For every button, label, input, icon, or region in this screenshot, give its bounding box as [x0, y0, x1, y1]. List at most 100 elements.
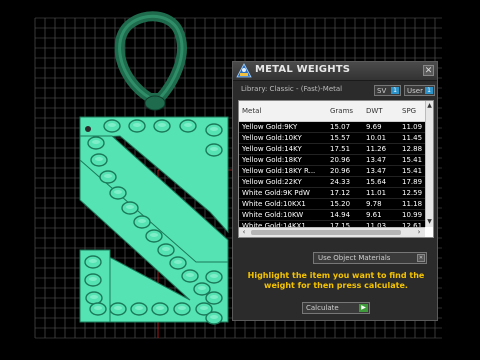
sv-button-label: SV [377, 87, 387, 95]
stone-highlight [158, 123, 166, 127]
stone-highlight [210, 315, 218, 319]
cell-dwt: 11.26 [366, 145, 387, 153]
stone-highlight [210, 147, 218, 151]
cell-grams: 15.20 [330, 200, 351, 208]
stone-highlight [135, 306, 143, 310]
column-header-grams[interactable]: Grams [330, 107, 353, 115]
cell-dwt: 9.61 [366, 211, 382, 219]
scroll-right-icon[interactable]: › [415, 228, 423, 237]
cell-grams: 17.51 [330, 145, 351, 153]
scroll-up-icon[interactable]: ▲ [426, 102, 433, 110]
column-header-metal[interactable]: Metal [242, 107, 261, 115]
cell-metal: Yellow Gold:18KY [242, 156, 302, 164]
column-header-dwt[interactable]: DWT [366, 107, 383, 115]
cell-dwt: 9.69 [366, 123, 382, 131]
cell-dwt: 13.47 [366, 167, 387, 175]
cell-metal: White Gold:10KW [242, 211, 304, 219]
cell-spg: 15.41 [402, 156, 423, 164]
stone-highlight [133, 123, 141, 127]
instruction-text: Highlight the item you want to find the … [247, 271, 425, 290]
cell-metal: White Gold:10KX1 [242, 200, 306, 208]
table-row[interactable]: Yellow Gold:10KY 15.57 10.01 11.45 [239, 133, 425, 144]
cell-grams: 15.07 [330, 123, 351, 131]
stone-highlight [162, 247, 170, 251]
stone-highlight [184, 123, 192, 127]
stone-highlight [178, 306, 186, 310]
column-header-spg[interactable]: SPG [402, 107, 416, 115]
table-row[interactable]: Yellow Gold:22KY 24.33 15.64 17.89 [239, 177, 425, 188]
sv-library-button[interactable]: SV 1 [374, 85, 401, 96]
use-object-materials-toggle-icon[interactable]: ✕ [417, 254, 425, 262]
horizontal-scroll-thumb[interactable] [251, 230, 401, 235]
cell-metal: Yellow Gold:18KY R... [242, 167, 316, 175]
table-row[interactable]: Yellow Gold:9KY 15.07 9.69 11.09 [239, 122, 425, 133]
stone-highlight [90, 295, 98, 299]
vertical-scrollbar[interactable]: ▲ ▼ [425, 101, 433, 227]
use-object-materials-button[interactable]: Use Object Materials ✕ [313, 252, 427, 264]
stone-highlight [104, 174, 112, 178]
scroll-left-icon[interactable]: ‹ [240, 228, 248, 237]
cell-spg: 12.88 [402, 145, 423, 153]
cell-spg: 12.59 [402, 189, 423, 197]
cell-spg: 10.99 [402, 211, 423, 219]
horizontal-scrollbar[interactable]: ‹ › [239, 227, 425, 237]
table-row[interactable]: White Gold:10KX1 15.20 9.78 11.18 [239, 199, 425, 210]
use-object-materials-label: Use Object Materials [318, 254, 391, 262]
cell-grams: 14.94 [330, 211, 351, 219]
stone-highlight [174, 260, 182, 264]
metal-weights-table: Metal Grams DWT SPG Yellow Gold:9KY 15.07… [238, 100, 434, 238]
stone-highlight [89, 259, 97, 263]
cell-spg: 17.89 [402, 178, 423, 186]
stone-highlight [114, 190, 122, 194]
stone-highlight [126, 205, 134, 209]
cell-dwt: 10.01 [366, 134, 387, 142]
stone-highlight [138, 219, 146, 223]
cell-spg: 11.45 [402, 134, 423, 142]
calculate-label: Calculate [306, 304, 339, 312]
user-button-label: User [407, 87, 423, 95]
cell-dwt: 11.01 [366, 189, 387, 197]
stone-highlight [89, 277, 97, 281]
close-icon[interactable]: ✕ [423, 65, 434, 76]
bail-loop [114, 11, 187, 103]
stone-highlight [156, 306, 164, 310]
table-row[interactable]: White Gold:10KW 14.94 9.61 10.99 [239, 210, 425, 221]
cell-metal: Yellow Gold:14KY [242, 145, 302, 153]
cell-grams: 20.96 [330, 167, 351, 175]
stone-highlight [150, 233, 158, 237]
calculate-button[interactable]: Calculate ▶ [302, 302, 370, 314]
table-row[interactable]: Yellow Gold:18KY 20.96 13.47 15.41 [239, 155, 425, 166]
metal-weights-icon [236, 63, 252, 78]
table-row[interactable]: White Gold:9K PdW 17.12 11.01 12.59 [239, 188, 425, 199]
stone-highlight [210, 295, 218, 299]
table-row[interactable]: Yellow Gold:18KY R... 20.96 13.47 15.41 [239, 166, 425, 177]
stone-highlight [94, 306, 102, 310]
user-library-button[interactable]: User 1 [404, 85, 435, 96]
cell-grams: 20.96 [330, 156, 351, 164]
table-row[interactable]: Yellow Gold:14KY 17.51 11.26 12.88 [239, 144, 425, 155]
cell-spg: 11.18 [402, 200, 423, 208]
stone-highlight [210, 127, 218, 131]
cell-metal: Yellow Gold:22KY [242, 178, 302, 186]
scroll-down-icon[interactable]: ▼ [426, 218, 433, 226]
stone-highlight [210, 274, 218, 278]
table-header: Metal Grams DWT SPG [239, 101, 425, 122]
cell-spg: 15.41 [402, 167, 423, 175]
stone-highlight [114, 306, 122, 310]
stone-highlight [108, 123, 116, 127]
cell-metal: White Gold:9K PdW [242, 189, 310, 197]
stone-highlight [198, 286, 206, 290]
cell-dwt: 13.47 [366, 156, 387, 164]
stone-highlight [95, 157, 103, 161]
stone-highlight [92, 140, 100, 144]
stone-highlight [200, 306, 208, 310]
panel-titlebar[interactable]: METAL WEIGHTS ✕ [233, 62, 437, 81]
panel-title: METAL WEIGHTS [255, 64, 351, 75]
user-button-indicator: 1 [425, 87, 433, 94]
cell-grams: 17.12 [330, 189, 351, 197]
sv-button-indicator: 1 [391, 87, 399, 94]
play-icon[interactable]: ▶ [359, 304, 368, 312]
library-label: Library: Classic - (Fast)-Metal [241, 85, 343, 93]
cell-dwt: 15.64 [366, 178, 387, 186]
cell-metal: Yellow Gold:9KY [242, 123, 298, 131]
